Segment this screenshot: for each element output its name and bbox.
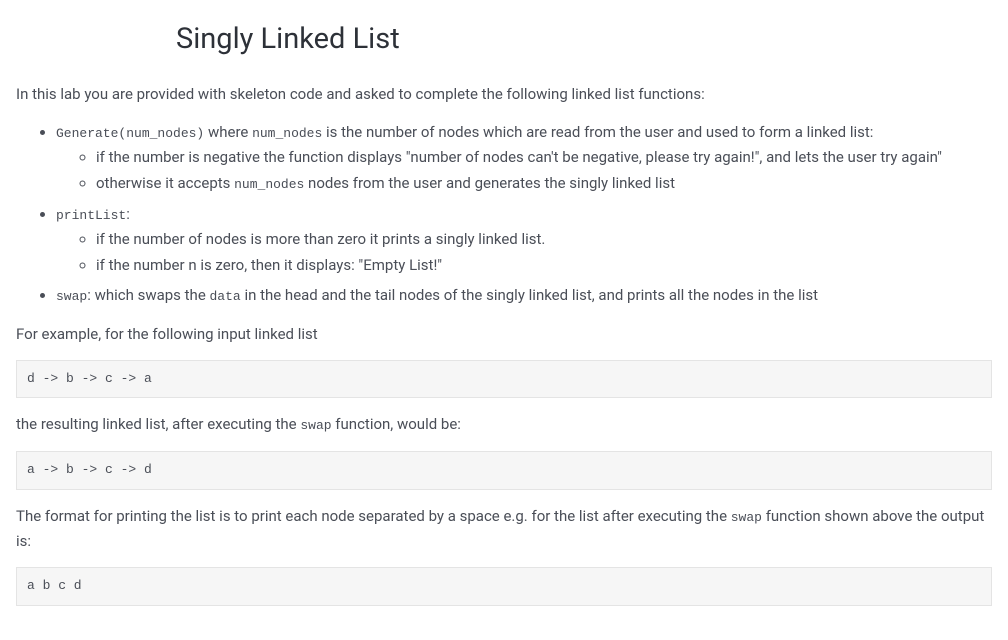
example-intro: For example, for the following input lin…: [16, 322, 992, 346]
function-list: Generate(num_nodes) where num_nodes is t…: [16, 120, 992, 307]
text: in the head and the tail nodes of the si…: [241, 286, 818, 304]
list-item: if the number of nodes is more than zero…: [96, 227, 992, 251]
list-item: if the number is negative the function d…: [96, 145, 992, 169]
sub-list: if the number of nodes is more than zero…: [56, 227, 992, 277]
text: otherwise it accepts: [96, 174, 234, 192]
list-item: swap: which swaps the data in the head a…: [56, 283, 992, 308]
code-generate: Generate(num_nodes): [56, 126, 204, 141]
list-item: printList: if the number of nodes is mor…: [56, 202, 992, 277]
text: where: [204, 123, 252, 141]
list-item: Generate(num_nodes) where num_nodes is t…: [56, 120, 992, 196]
code-swap: swap: [731, 510, 762, 525]
page-title: Singly Linked List: [16, 16, 992, 62]
code-block-input: d -> b -> c -> a: [16, 360, 992, 399]
list-item: otherwise it accepts num_nodes nodes fro…: [96, 171, 992, 196]
code-printlist: printList: [56, 208, 126, 223]
list-item: if the number n is zero, then it display…: [96, 253, 992, 277]
text: the resulting linked list, after executi…: [16, 415, 300, 433]
format-paragraph: The format for printing the list is to p…: [16, 504, 992, 553]
sub-list: if the number is negative the function d…: [56, 145, 992, 196]
text: :: [126, 205, 130, 223]
code-block-result: a -> b -> c -> d: [16, 451, 992, 490]
code-block-output: a b c d: [16, 567, 992, 606]
code-swap: swap: [56, 289, 87, 304]
code-num-nodes: num_nodes: [234, 177, 304, 192]
text: nodes from the user and generates the si…: [304, 174, 675, 192]
text: The format for printing the list is to p…: [16, 507, 731, 525]
intro-paragraph: In this lab you are provided with skelet…: [16, 82, 992, 106]
text: is the number of nodes which are read fr…: [322, 123, 873, 141]
code-data: data: [210, 289, 241, 304]
code-num-nodes: num_nodes: [252, 126, 322, 141]
code-swap: swap: [300, 418, 331, 433]
text: : which swaps the: [87, 286, 209, 304]
text: function, would be:: [332, 415, 461, 433]
result-paragraph: the resulting linked list, after executi…: [16, 412, 992, 437]
